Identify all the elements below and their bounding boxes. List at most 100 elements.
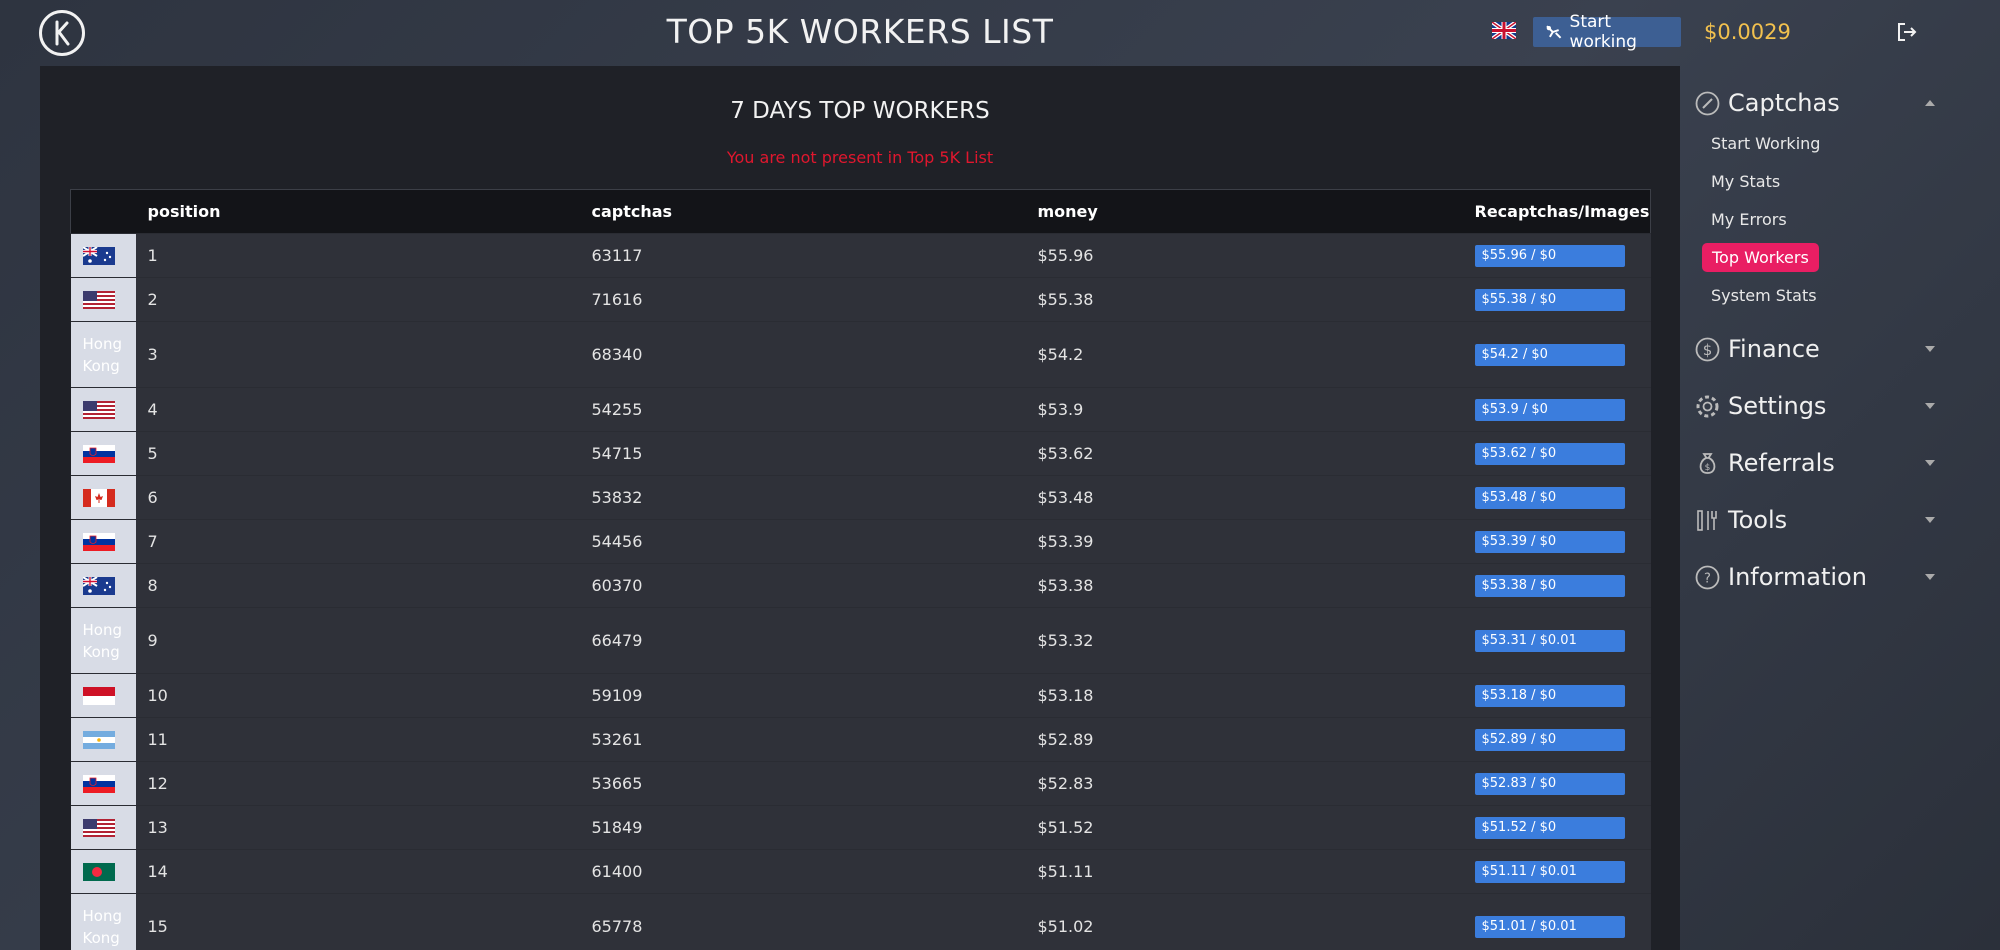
help-icon: ? — [1695, 565, 1720, 589]
recaptchas-images-bar: $53.18 / $0 — [1474, 685, 1625, 707]
money-column-header: money — [1037, 202, 1098, 221]
section-title: 7 DAYS TOP WORKERS — [730, 98, 990, 124]
chevron-up-icon — [1925, 100, 1935, 106]
country-flag-cell — [70, 387, 136, 432]
recaptchas-images-cell: $53.31 / $0.01 — [1470, 607, 1651, 674]
position-cell: 6 — [135, 475, 580, 520]
recaptchas-images-cell: $53.9 / $0 — [1470, 387, 1651, 432]
position-column-header: position — [147, 202, 221, 221]
menu-title-tools: Tools — [1728, 506, 1788, 534]
money-cell: $52.83 — [1025, 761, 1471, 806]
menu-group-tools[interactable]: Tools — [1695, 503, 1935, 537]
captchas-cell: 66479 — [579, 607, 1026, 674]
captchas-cell: 54715 — [579, 431, 1026, 476]
svg-text:$: $ — [1703, 341, 1713, 359]
position-cell: 3 — [135, 321, 580, 388]
position-cell: 2 — [135, 277, 580, 322]
money-cell: $55.38 — [1025, 277, 1471, 322]
position-cell: 14 — [135, 849, 580, 894]
money-cell: $51.11 — [1025, 849, 1471, 894]
money-cell: $53.62 — [1025, 431, 1471, 476]
menu-group-finance[interactable]: $ Finance — [1695, 332, 1935, 366]
table-row: 8 60370 $53.38 $53.38 / $0 — [70, 563, 1651, 608]
id-flag-icon — [82, 686, 115, 705]
money-cell: $53.9 — [1025, 387, 1471, 432]
us-flag-icon — [82, 400, 115, 419]
country-name-text: Hong Kong — [82, 334, 123, 375]
menu-group-information[interactable]: ? Information — [1695, 560, 1935, 594]
captchas-cell: 53832 — [579, 475, 1026, 520]
money-cell: $53.38 — [1025, 563, 1471, 608]
country-flag-cell — [70, 519, 136, 564]
logout-icon[interactable] — [1896, 22, 1918, 42]
captchas-cell: 61400 — [579, 849, 1026, 894]
captchas-cell: 54255 — [579, 387, 1026, 432]
uk-flag-language-icon[interactable] — [1492, 22, 1516, 39]
table-row: 5 54715 $53.62 $53.62 / $0 — [70, 431, 1651, 476]
recaptchas-images-cell: $53.62 / $0 — [1470, 431, 1651, 476]
chevron-down-icon — [1925, 574, 1935, 580]
country-flag-cell — [70, 431, 136, 476]
captchas-cell: 68340 — [579, 321, 1026, 388]
recaptchas-images-bar: $51.01 / $0.01 — [1474, 916, 1625, 939]
country-name-text: Hong Kong — [82, 620, 123, 661]
chevron-down-icon — [1925, 346, 1935, 352]
sidebar-item-top-workers[interactable]: Top Workers — [1702, 243, 1819, 272]
country-flag-cell — [70, 761, 136, 806]
svg-text:$: $ — [1705, 463, 1711, 473]
chevron-down-icon — [1925, 403, 1935, 409]
si-flag-icon — [82, 444, 115, 463]
recaptchas-images-bar: $52.89 / $0 — [1474, 729, 1625, 751]
recaptchas-images-cell: $55.38 / $0 — [1470, 277, 1651, 322]
menu-group-referrals[interactable]: $ Referrals — [1695, 446, 1935, 480]
start-working-label: Start working — [1569, 12, 1637, 52]
recaptchas-images-cell: $51.52 / $0 — [1470, 805, 1651, 850]
table-row: 1 63117 $55.96 $55.96 / $0 — [70, 233, 1651, 278]
position-cell: 13 — [135, 805, 580, 850]
flag-column-header — [71, 190, 136, 234]
menu-group-captchas[interactable]: Captchas — [1695, 86, 1935, 120]
top-workers-table: position captchas money Recaptchas/Image… — [70, 189, 1651, 950]
ca-flag-icon — [82, 488, 115, 507]
recaptchas-images-cell: $52.89 / $0 — [1470, 717, 1651, 762]
position-cell: 12 — [135, 761, 580, 806]
table-row: 2 71616 $55.38 $55.38 / $0 — [70, 277, 1651, 322]
menu-title-captchas: Captchas — [1728, 89, 1840, 117]
menu-title-settings: Settings — [1728, 392, 1827, 420]
recaptchas-images-bar: $53.62 / $0 — [1474, 443, 1625, 465]
position-cell: 15 — [135, 893, 580, 950]
position-cell: 9 — [135, 607, 580, 674]
tools-icon — [1697, 509, 1717, 531]
country-flag-cell — [70, 277, 136, 322]
menu-group-settings[interactable]: Settings — [1695, 389, 1935, 423]
kolotibablo-logo-icon[interactable] — [39, 10, 85, 56]
position-cell: 5 — [135, 431, 580, 476]
position-cell: 7 — [135, 519, 580, 564]
top-header: TOP 5K WORKERS LIST Start working $0.002… — [0, 0, 2000, 66]
sidebar-item-start-working[interactable]: Start Working — [1711, 134, 1820, 153]
start-working-button[interactable]: Start working — [1533, 12, 1681, 52]
ar-flag-icon — [82, 730, 115, 749]
captchas-column-header: captchas — [591, 202, 673, 221]
table-row: Hong Kong 15 65778 $51.02 $51.01 / $0.01 — [70, 893, 1651, 950]
table-row: 7 54456 $53.39 $53.39 / $0 — [70, 519, 1651, 564]
money-cell: $53.48 — [1025, 475, 1471, 520]
recaptchas-images-cell: $51.11 / $0.01 — [1470, 849, 1651, 894]
sidebar-item-system-stats[interactable]: System Stats — [1711, 286, 1817, 305]
recaptchas-images-bar: $53.31 / $0.01 — [1474, 630, 1625, 652]
country-flag-cell: Hong Kong — [70, 607, 136, 674]
sidebar-item-my-errors[interactable]: My Errors — [1711, 210, 1787, 229]
us-flag-icon — [82, 290, 115, 309]
si-flag-icon — [82, 774, 115, 793]
gear-icon — [1696, 395, 1719, 417]
recaptchas-images-bar: $53.39 / $0 — [1474, 531, 1625, 553]
recaptchas-images-bar: $55.38 / $0 — [1474, 289, 1625, 311]
money-cell: $51.52 — [1025, 805, 1471, 850]
sidebar-item-my-stats[interactable]: My Stats — [1711, 172, 1780, 191]
table-row: 13 51849 $51.52 $51.52 / $0 — [70, 805, 1651, 850]
table-row: 10 59109 $53.18 $53.18 / $0 — [70, 673, 1651, 718]
captchas-cell: 53665 — [579, 761, 1026, 806]
recaptchas-images-cell: $53.48 / $0 — [1470, 475, 1651, 520]
country-flag-cell: Hong Kong — [70, 893, 136, 950]
recaptchas-images-bar: $51.52 / $0 — [1474, 817, 1625, 839]
